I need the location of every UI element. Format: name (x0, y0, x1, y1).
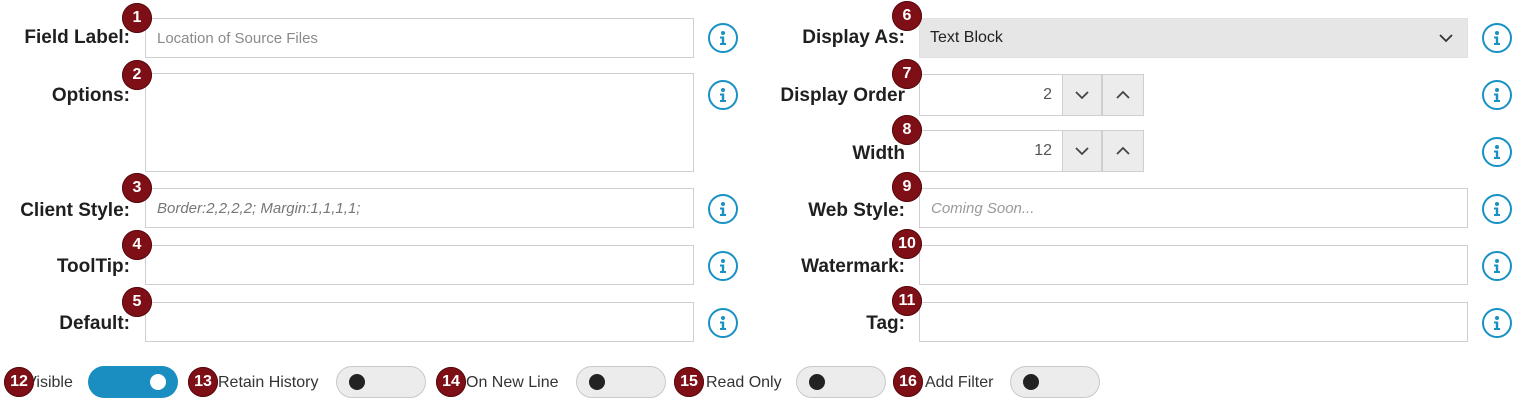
web-style-input[interactable]: Coming Soon... (919, 188, 1468, 228)
callout-badge: 7 (892, 59, 922, 89)
info-icon[interactable] (1482, 308, 1512, 338)
info-icon[interactable] (1482, 137, 1512, 167)
toggle-knob (349, 374, 365, 390)
info-icon[interactable] (1482, 23, 1512, 53)
default-label: Default: (59, 313, 130, 334)
callout-badge: 1 (122, 3, 152, 33)
info-icon[interactable] (1482, 80, 1512, 110)
callout-badge: 3 (122, 173, 152, 203)
field-label-label: Field Label: (24, 27, 130, 48)
callout-badge: 12 (4, 367, 34, 397)
tooltip-label: ToolTip: (56, 256, 130, 277)
info-icon[interactable] (1482, 194, 1512, 224)
callout-badge: 15 (674, 367, 704, 397)
toggle-knob (809, 374, 825, 390)
client-style-input[interactable]: Border:2,2,2,2; Margin:1,1,1,1; (145, 188, 694, 228)
display-order-input[interactable]: 2 (919, 74, 1063, 116)
callout-badge: 5 (122, 287, 152, 317)
chevron-down-icon (1439, 30, 1453, 48)
info-icon[interactable] (708, 194, 738, 224)
callout-badge: 2 (122, 60, 152, 90)
default-input[interactable] (145, 302, 694, 342)
on-new-line-label: On New Line (466, 374, 559, 391)
callout-badge: 16 (893, 367, 923, 397)
display-order-label: Display Order (780, 85, 905, 106)
read-only-toggle[interactable] (796, 366, 886, 398)
add-filter-label: Add Filter (925, 374, 994, 391)
display-as-label: Display As: (802, 27, 905, 48)
display-order-increment[interactable] (1102, 74, 1144, 116)
chevron-down-icon (1075, 91, 1089, 100)
callout-badge: 8 (892, 115, 922, 145)
info-icon[interactable] (708, 251, 738, 281)
retain-history-toggle[interactable] (336, 366, 426, 398)
chevron-up-icon (1116, 146, 1130, 155)
client-style-label: Client Style: (20, 200, 130, 221)
info-icon[interactable] (708, 308, 738, 338)
callout-badge: 4 (122, 230, 152, 260)
info-icon[interactable] (1482, 251, 1512, 281)
toggle-knob (1023, 374, 1039, 390)
tag-input[interactable] (919, 302, 1468, 342)
width-label: Width (852, 143, 905, 164)
visible-toggle[interactable] (88, 366, 178, 398)
watermark-label: Watermark: (801, 256, 905, 277)
field-label-input[interactable]: Location of Source Files (145, 18, 694, 58)
options-label: Options: (51, 85, 130, 106)
callout-badge: 10 (892, 229, 922, 259)
display-order-decrement[interactable] (1062, 74, 1102, 116)
chevron-up-icon (1116, 90, 1130, 99)
display-as-select[interactable]: Text Block (919, 18, 1468, 58)
chevron-down-icon (1075, 147, 1089, 156)
toggle-knob (589, 374, 605, 390)
toggle-knob (150, 374, 166, 390)
width-increment[interactable] (1102, 130, 1144, 172)
callout-badge: 14 (436, 367, 466, 397)
retain-history-label: Retain History (218, 374, 319, 391)
watermark-input[interactable] (919, 245, 1468, 285)
read-only-label: Read Only (706, 374, 782, 391)
web-style-label: Web Style: (808, 200, 905, 221)
tooltip-input[interactable] (145, 245, 694, 285)
width-decrement[interactable] (1062, 130, 1102, 172)
tag-label: Tag: (866, 313, 905, 334)
on-new-line-toggle[interactable] (576, 366, 666, 398)
callout-badge: 9 (892, 172, 922, 202)
callout-badge: 11 (892, 286, 922, 316)
callout-badge: 13 (188, 367, 218, 397)
width-input[interactable]: 12 (919, 130, 1063, 172)
options-textarea[interactable] (145, 73, 694, 172)
info-icon[interactable] (708, 23, 738, 53)
add-filter-toggle[interactable] (1010, 366, 1100, 398)
display-as-value: Text Block (930, 29, 1003, 46)
info-icon[interactable] (708, 80, 738, 110)
callout-badge: 6 (892, 1, 922, 31)
